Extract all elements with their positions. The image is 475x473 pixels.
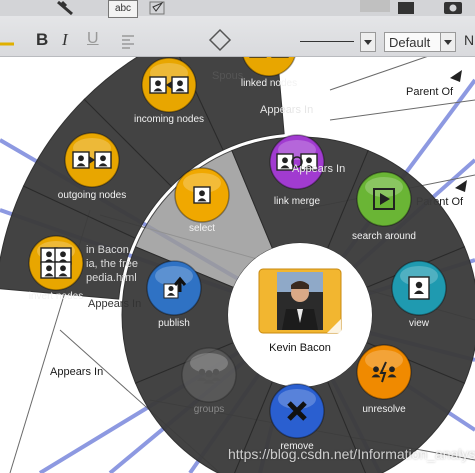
line-style-dropdown[interactable]: [360, 32, 376, 52]
center-node-label: Kevin Bacon: [269, 342, 331, 354]
link-merge-icon[interactable]: [269, 134, 325, 190]
bg-label-free-encyclopedia: ia, the free: [86, 258, 138, 270]
menu-label-incoming-nodes: incoming nodes: [133, 114, 205, 125]
groups-icon[interactable]: [181, 347, 237, 403]
line-style-preview: [300, 41, 354, 42]
bold-button[interactable]: B: [36, 30, 48, 50]
edge-label-appears-in-top: Appears In: [260, 104, 314, 116]
fill-icon: [208, 28, 232, 52]
italic-button[interactable]: I: [62, 30, 68, 50]
menu-label-outgoing-nodes: outgoing nodes: [57, 190, 127, 201]
bg-label-spouse: Spous: [212, 70, 244, 82]
underline-button[interactable]: U: [87, 30, 99, 48]
edge-label-appears-in-right: Appears In: [292, 163, 346, 175]
edge-label-appears-in-left: Appears In: [88, 298, 142, 310]
chevron-down-icon: [364, 40, 372, 45]
outgoing-nodes-icon[interactable]: [64, 132, 120, 188]
select-icon[interactable]: [174, 167, 230, 223]
menu-label-linked-nodes: linked nodes: [240, 78, 298, 89]
remove-icon[interactable]: [269, 383, 325, 439]
graph-canvas[interactable]: Parent Of Parent Of Appears In Appears I…: [0, 0, 475, 473]
menu-label-select: select: [188, 223, 216, 234]
spellcheck-button[interactable]: abc: [108, 0, 138, 18]
chevron-down-icon: [444, 40, 452, 45]
incoming-nodes-icon[interactable]: [141, 57, 197, 113]
menu-label-link-merge: link merge: [273, 196, 321, 207]
watermark: https://blog.csdn.net/Information_analys…: [228, 446, 475, 462]
menu-label-search-around: search around: [352, 231, 416, 242]
menu-label-view: view: [408, 318, 430, 329]
menu-label-unresolve: unresolve: [362, 404, 406, 415]
toolbar-overflow-label: N: [464, 32, 475, 48]
search-around-icon[interactable]: [356, 171, 412, 227]
font-size-dropdown[interactable]: [440, 32, 456, 52]
bg-label-wikipedia: pedia.html: [86, 272, 137, 284]
publish-icon[interactable]: [146, 260, 202, 316]
unresolve-icon[interactable]: [356, 344, 412, 400]
center-node[interactable]: [258, 268, 342, 334]
menu-label-publish: publish: [158, 318, 190, 329]
bg-label-kevin-bacon: in Bacon: [86, 244, 129, 256]
menu-label-invert-nodes: invert nodes: [28, 291, 84, 302]
view-icon[interactable]: [391, 260, 447, 316]
invert-nodes-icon[interactable]: [28, 235, 84, 291]
document-icon: [398, 2, 414, 14]
menu-label-groups: groups: [193, 404, 225, 415]
toolbar: abc B I U Default N: [0, 0, 475, 57]
